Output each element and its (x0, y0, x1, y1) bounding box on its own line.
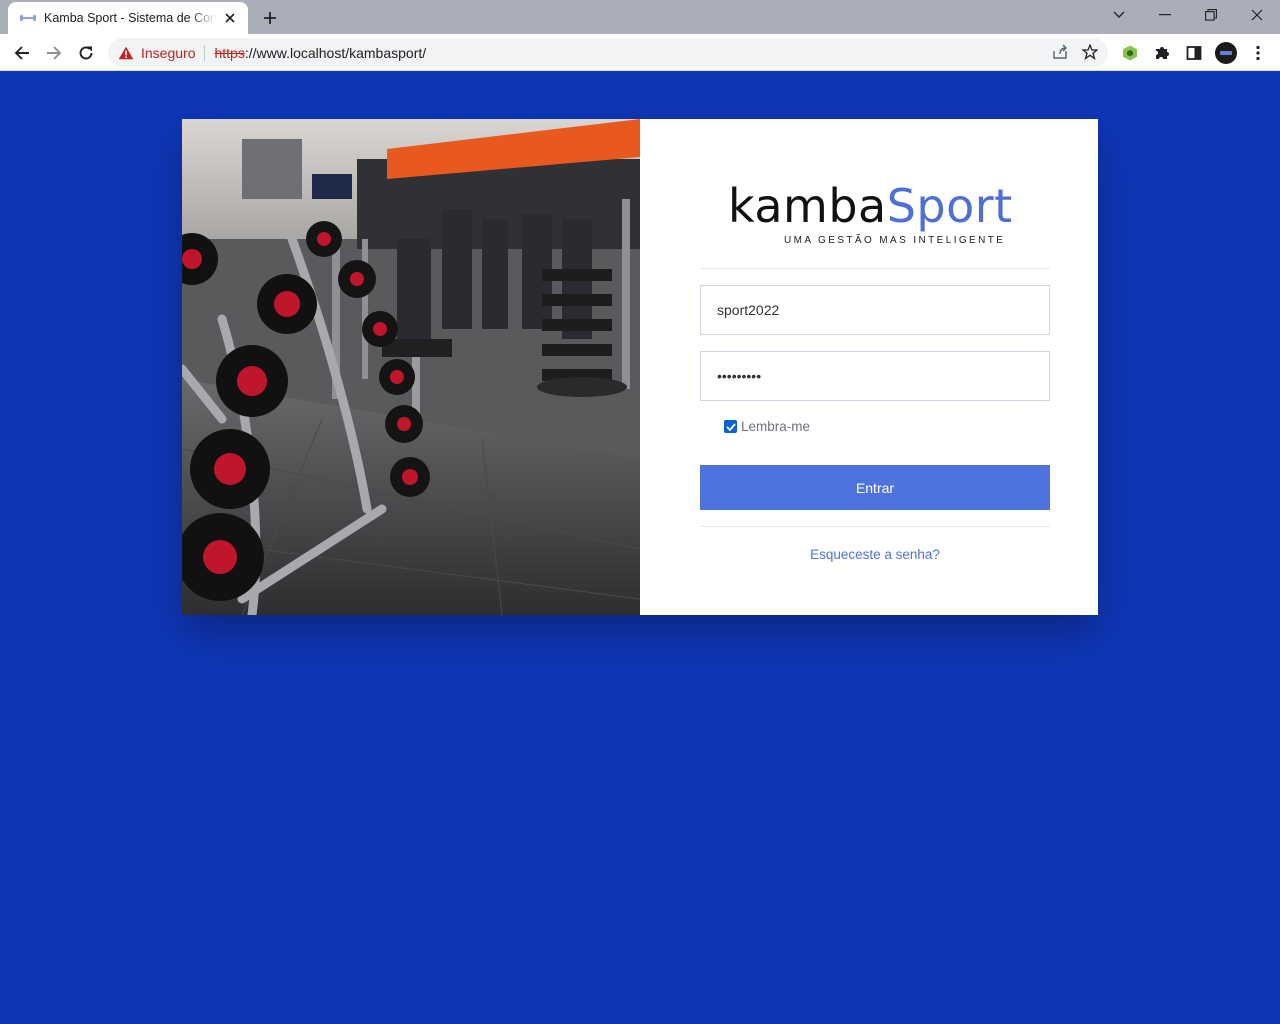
bookmark-star-icon[interactable] (1081, 43, 1099, 63)
browser-tab[interactable]: Kamba Sport - Sistema de Controle (8, 2, 248, 34)
dumbbell-favicon-icon (20, 10, 36, 26)
close-window-icon[interactable] (1234, 0, 1280, 30)
remember-label: Lembra-me (741, 419, 811, 434)
address-bar[interactable]: Inseguro https://www.localhost/kambaspor… (108, 38, 1108, 67)
forgot-password-link[interactable]: Esqueceste a senha? (700, 547, 1050, 562)
reload-icon[interactable] (72, 39, 100, 67)
password-input[interactable] (700, 351, 1050, 401)
new-tab-button[interactable] (258, 6, 282, 30)
browser-tab-strip: Kamba Sport - Sistema de Controle (0, 0, 1280, 34)
omnibox-separator (204, 44, 206, 61)
kamba-sport-logo: kamba Sport UMA GESTÃO MAS INTELIGENTE (728, 169, 1028, 249)
logo-tagline: UMA GESTÃO MAS INTELIGENTE (784, 235, 1006, 246)
tab-title: Kamba Sport - Sistema de Controle (44, 11, 216, 25)
restore-icon[interactable] (1188, 0, 1234, 30)
back-arrow-icon[interactable] (8, 39, 36, 67)
side-panel-icon[interactable] (1183, 42, 1205, 64)
tab-search-chevron-icon[interactable] (1096, 0, 1142, 30)
share-icon[interactable] (1052, 44, 1068, 63)
minimize-icon[interactable] (1142, 0, 1188, 30)
warning-triangle-icon (118, 46, 134, 59)
close-tab-icon[interactable] (222, 10, 238, 26)
url-protocol: https (214, 44, 245, 61)
profile-avatar-icon[interactable] (1215, 42, 1237, 64)
gym-photo (182, 119, 640, 615)
bottom-divider (700, 526, 1050, 527)
extension-green-icon[interactable] (1119, 42, 1141, 64)
security-chip[interactable]: Inseguro (118, 45, 195, 61)
security-label: Inseguro (141, 44, 196, 61)
forward-arrow-icon[interactable] (40, 39, 68, 67)
logo-kamba-text: kamba (728, 179, 887, 233)
remember-me[interactable]: Lembra-me (724, 419, 810, 434)
login-panel: kamba Sport UMA GESTÃO MAS INTELIGENTE L… (640, 119, 1098, 615)
url-path: ://www.localhost/kambasport/ (244, 44, 427, 61)
logo-sport-text: Sport (886, 179, 1013, 233)
top-divider (700, 268, 1050, 269)
url-text[interactable]: https://www.localhost/kambasport/ (214, 45, 426, 61)
kebab-menu-icon[interactable] (1247, 42, 1269, 64)
remember-checkbox[interactable] (724, 420, 737, 433)
extensions-puzzle-icon[interactable] (1151, 42, 1173, 64)
login-button[interactable]: Entrar (700, 465, 1050, 510)
username-input[interactable] (700, 285, 1050, 335)
login-card: kamba Sport UMA GESTÃO MAS INTELIGENTE L… (182, 119, 1098, 615)
browser-toolbar: Inseguro https://www.localhost/kambaspor… (0, 34, 1280, 71)
checkmark-icon (725, 422, 736, 431)
